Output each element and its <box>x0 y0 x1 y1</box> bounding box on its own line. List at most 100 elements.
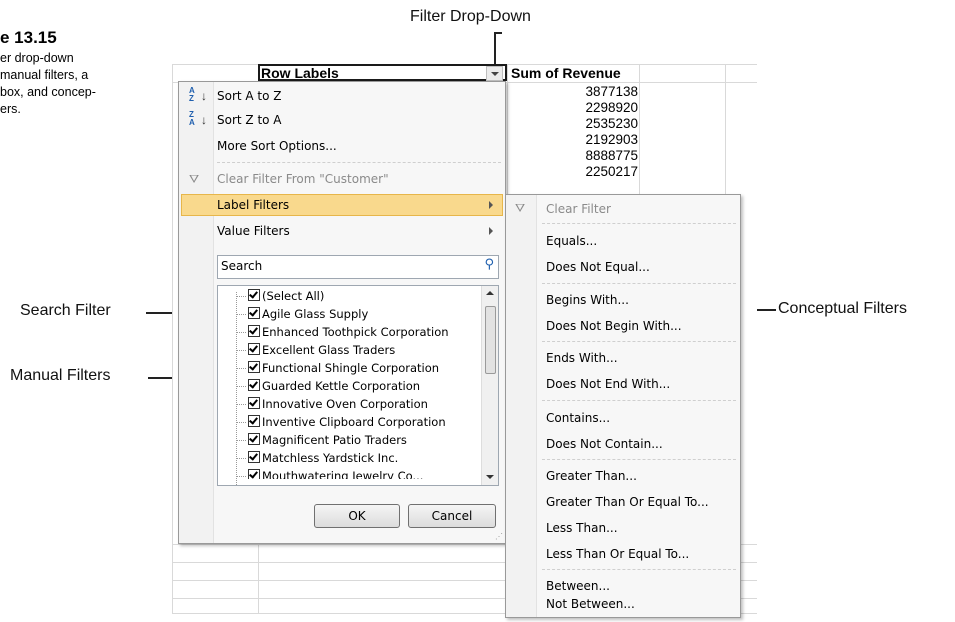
menu-separator <box>542 283 736 284</box>
search-filter-callout: Search Filter <box>20 302 111 319</box>
checkbox[interactable] <box>248 415 260 427</box>
submenu-item-does-not-contain[interactable]: Does Not Contain... <box>546 433 663 455</box>
submenu-item-greater-than[interactable]: Greater Than... <box>546 465 637 487</box>
revenue-value: 2250217 <box>585 164 638 176</box>
submenu-item-less-than[interactable]: Less Than... <box>546 517 618 539</box>
submenu-item-does-not-equal[interactable]: Does Not Equal... <box>546 256 650 278</box>
figure-title: e 13.15 <box>0 28 57 47</box>
submenu-gutter <box>506 195 537 617</box>
list-item-label: Agile Glass Supply <box>262 307 369 321</box>
search-input[interactable]: Search ⚲ <box>217 255 499 279</box>
conceptual-filters-callout: Conceptual Filters <box>778 300 907 317</box>
menu-separator <box>542 569 736 570</box>
submenu-item-clear-filter[interactable]: Clear Filter <box>546 198 611 220</box>
submenu-item-less-than-or-equal[interactable]: Less Than Or Equal To... <box>546 543 689 565</box>
menu-item-clear-filter[interactable]: Clear Filter From "Customer" <box>217 168 389 190</box>
filter-dropdown-callout-tick <box>494 32 502 34</box>
submenu-item-ends-with[interactable]: Ends With... <box>546 347 618 369</box>
menu-item-more-sort-options[interactable]: More Sort Options... <box>217 135 337 157</box>
sum-of-revenue-header: Sum of Revenue <box>511 65 621 81</box>
cancel-button[interactable]: Cancel <box>408 504 496 528</box>
submenu-item-not-between[interactable]: Not Between... <box>546 593 635 615</box>
checkbox[interactable] <box>248 325 260 337</box>
revenue-value: 2535230 <box>585 116 638 131</box>
menu-item-sort-a-z[interactable]: Sort A to Z <box>217 85 282 107</box>
checkbox[interactable] <box>248 451 260 463</box>
menu-item-sort-z-a[interactable]: Sort Z to A <box>217 109 282 131</box>
tree-branch <box>236 422 246 423</box>
manual-filters-callout: Manual Filters <box>10 367 111 384</box>
search-icon: ⚲ <box>484 257 494 272</box>
list-scrollbar[interactable] <box>481 286 498 485</box>
submenu-item-begins-with[interactable]: Begins With... <box>546 289 629 311</box>
menu-separator <box>542 459 736 460</box>
list-item[interactable]: Matchless Yardstick Inc. <box>248 449 398 467</box>
list-item-label: Excellent Glass Traders <box>262 343 396 357</box>
submenu-item-does-not-end-with[interactable]: Does Not End With... <box>546 373 670 395</box>
list-item[interactable]: Guarded Kettle Corporation <box>248 377 420 395</box>
clear-filter-icon: ⛛ <box>189 172 200 186</box>
menu-item-label-filters[interactable]: Label Filters <box>217 194 289 216</box>
revenue-value: 8888775 <box>585 148 638 163</box>
scroll-up-icon[interactable] <box>486 291 494 295</box>
caption-line: ers. <box>0 102 21 116</box>
menu-separator <box>217 162 501 163</box>
filter-dropdown-callout-line <box>494 32 496 66</box>
tree-branch <box>236 350 246 351</box>
filter-list: (Select All) Agile Glass Supply Enhanced… <box>217 285 499 486</box>
list-item[interactable]: Magnificent Patio Traders <box>248 431 407 449</box>
resize-grip-icon[interactable]: ⋰ <box>495 532 503 541</box>
filter-dropdown-button[interactable] <box>486 66 503 81</box>
tree-branch <box>236 440 246 441</box>
list-item[interactable]: Functional Shingle Corporation <box>248 359 439 377</box>
revenue-value: 2298920 <box>585 100 638 115</box>
list-item-label: Magnificent Patio Traders <box>262 433 407 447</box>
list-item[interactable]: Innovative Oven Corporation <box>248 395 428 413</box>
menu-separator <box>542 341 736 342</box>
filter-menu: AZ ↓ Sort A to Z ZA ↓ Sort Z to A More S… <box>178 81 506 544</box>
list-item[interactable]: Agile Glass Supply <box>248 305 368 323</box>
tree-branch <box>236 404 246 405</box>
tree-branch <box>236 314 246 315</box>
submenu-item-does-not-begin-with[interactable]: Does Not Begin With... <box>546 315 682 337</box>
checkbox[interactable] <box>248 289 260 301</box>
list-item[interactable]: (Select All) <box>248 287 324 305</box>
list-item-label: Mouthwatering Jewelry Co... <box>262 469 424 479</box>
submenu-item-greater-than-or-equal[interactable]: Greater Than Or Equal To... <box>546 491 709 513</box>
tree-branch <box>236 476 246 477</box>
tree-branch <box>236 332 246 333</box>
checkbox[interactable] <box>248 343 260 355</box>
checkbox[interactable] <box>248 397 260 409</box>
checkbox[interactable] <box>248 379 260 391</box>
submenu-item-contains[interactable]: Contains... <box>546 407 610 429</box>
list-item[interactable]: Excellent Glass Traders <box>248 341 395 359</box>
caption-line: box, and concep- <box>0 85 96 99</box>
tree-branch <box>236 296 246 297</box>
ok-button[interactable]: OK <box>314 504 400 528</box>
checkbox[interactable] <box>248 433 260 445</box>
search-placeholder: Search <box>221 259 263 273</box>
list-item-label: Innovative Oven Corporation <box>262 397 428 411</box>
list-item[interactable]: Mouthwatering Jewelry Co... <box>248 467 423 479</box>
list-item-label: Matchless Yardstick Inc. <box>262 451 399 465</box>
figure-caption: er drop-down manual filters, a box, and co… <box>0 50 128 118</box>
caption-line: er drop-down <box>0 51 74 65</box>
scroll-thumb[interactable] <box>485 306 496 374</box>
submenu-item-equals[interactable]: Equals... <box>546 230 597 252</box>
list-item[interactable]: Enhanced Toothpick Corporation <box>248 323 449 341</box>
checkbox[interactable] <box>248 361 260 373</box>
list-item[interactable]: Inventive Clipboard Corporation <box>248 413 446 431</box>
checkbox[interactable] <box>248 469 260 479</box>
list-item-label: (Select All) <box>262 289 325 303</box>
revenue-value: 3877138 <box>585 84 638 99</box>
list-item-label: Inventive Clipboard Corporation <box>262 415 446 429</box>
menu-separator <box>542 400 736 401</box>
checkbox[interactable] <box>248 307 260 319</box>
revenue-value: 2192903 <box>585 132 638 147</box>
label-filters-submenu: ⛛ Clear Filter Equals... Does Not Equal.… <box>505 194 741 618</box>
down-arrow-icon: ↓ <box>201 89 207 103</box>
menu-item-value-filters[interactable]: Value Filters <box>217 220 290 242</box>
list-item-label: Guarded Kettle Corporation <box>262 379 421 393</box>
list-item-label: Enhanced Toothpick Corporation <box>262 325 449 339</box>
scroll-down-icon[interactable] <box>486 475 494 479</box>
